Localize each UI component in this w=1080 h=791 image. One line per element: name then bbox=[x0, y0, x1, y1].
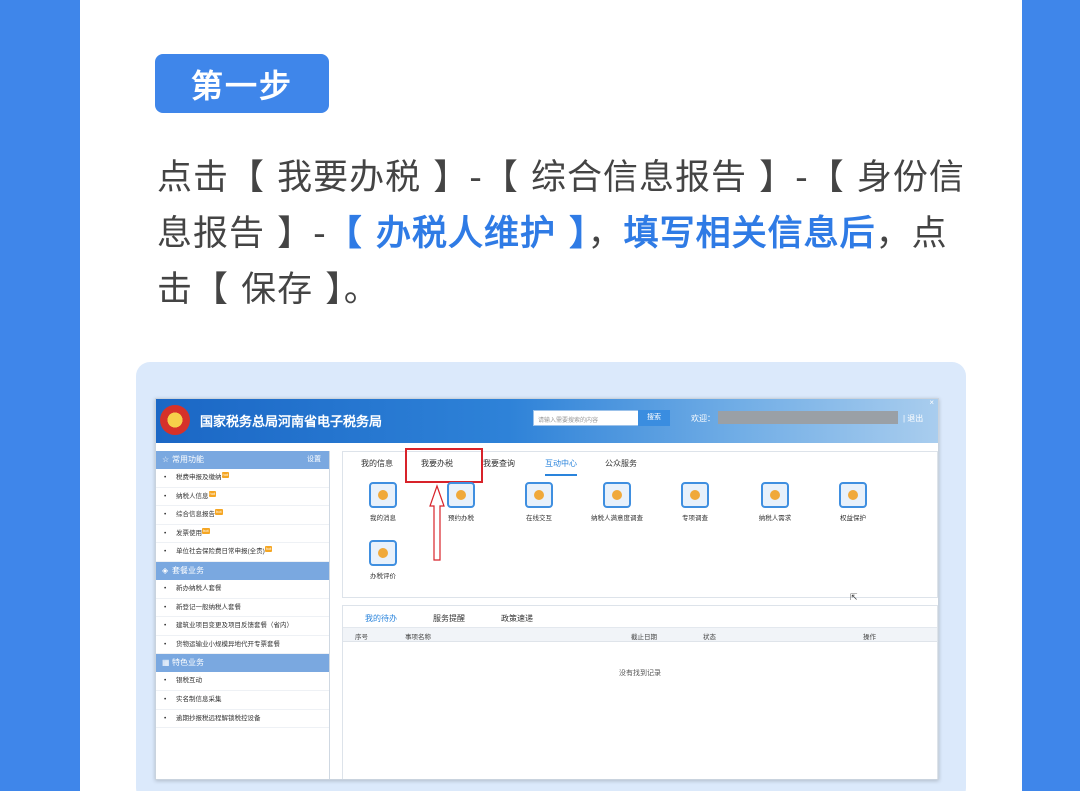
search-button[interactable]: 搜索 bbox=[638, 410, 670, 426]
sidebar-item[interactable]: • 建筑业项目变更及项目反馈套餐（省内） bbox=[156, 617, 329, 636]
user-doc-icon bbox=[761, 482, 789, 508]
col-item-name: 事项名称 bbox=[405, 634, 431, 641]
portal-screenshot: 国家税务总局河南省电子税务局 请输入需要搜索的内容 搜索 欢迎： | 退出 × … bbox=[155, 398, 939, 780]
tab-interaction-center[interactable]: 互动中心 bbox=[545, 458, 577, 476]
sidebar-section-common[interactable]: ☆ 常用功能 设置 bbox=[156, 451, 329, 469]
survey-icon bbox=[681, 482, 709, 508]
tab-my-info[interactable]: 我的信息 bbox=[361, 458, 393, 469]
message-icon bbox=[369, 482, 397, 508]
sidebar-item[interactable]: • 税费申报及缴纳hot bbox=[156, 469, 329, 488]
step-badge: 第一步 bbox=[155, 54, 329, 113]
sidebar-item[interactable]: • 新办纳税人套餐 bbox=[156, 580, 329, 599]
search-input[interactable]: 请输入需要搜索的内容 bbox=[533, 410, 639, 426]
col-deadline: 截止日期 bbox=[631, 634, 657, 641]
sidebar-item[interactable]: • 货物运输业小规模异地代开专票套餐 bbox=[156, 636, 329, 655]
shield-star-icon bbox=[839, 482, 867, 508]
grid-icon: ▦ bbox=[162, 658, 170, 668]
empty-message: 没有找到记录 bbox=[619, 670, 661, 677]
portal-title: 国家税务总局河南省电子税务局 bbox=[200, 414, 383, 429]
sidebar-item[interactable]: • 单位社会保险费日常申报(全责)hot bbox=[156, 543, 329, 562]
hot-badge: hot bbox=[215, 509, 223, 516]
monitor-icon bbox=[525, 482, 553, 508]
instruction-text: 点击【 我要办税 】-【 综合信息报告 】-【 身份信息报告 】-【 办税人维护… bbox=[157, 150, 967, 318]
sidebar: ☆ 常用功能 设置 • 税费申报及缴纳hot • 纳税人信息hot • 综合信息报告hot… bbox=[156, 451, 330, 779]
tab-policy-news[interactable]: 政策速递 bbox=[501, 613, 533, 624]
tab-my-todo[interactable]: 我的待办 bbox=[361, 613, 401, 630]
survey-icon bbox=[603, 482, 631, 508]
mouse-cursor-icon: ⇱ bbox=[850, 592, 858, 602]
sidebar-item[interactable]: • 发票使用hot bbox=[156, 525, 329, 544]
service-panel: 我的信息 我要办税 我要查询 互动中心 公众服务 我的消息 预约办税 在线交互 … bbox=[342, 448, 938, 598]
sidebar-section-special[interactable]: ▦ 特色业务 bbox=[156, 654, 329, 673]
todo-tabs: 我的待办 服务提醒 政策速递 bbox=[343, 606, 937, 630]
sidebar-item[interactable]: • 银税互动 bbox=[156, 672, 329, 691]
col-action: 操作 bbox=[863, 634, 876, 641]
welcome-label: 欢迎： bbox=[691, 414, 715, 423]
tab-service-reminder[interactable]: 服务提醒 bbox=[433, 613, 465, 624]
col-index: 序号 bbox=[355, 634, 368, 641]
service-online-chat[interactable]: 在线交互 bbox=[499, 482, 579, 522]
service-my-messages[interactable]: 我的消息 bbox=[343, 482, 423, 522]
sidebar-item[interactable]: • 新登记一般纳税人套餐 bbox=[156, 599, 329, 618]
settings-link[interactable]: 设置 bbox=[307, 451, 321, 469]
sidebar-section-package[interactable]: ◈ 套餐业务 bbox=[156, 561, 329, 580]
sidebar-item[interactable]: • 综合信息报告hot bbox=[156, 506, 329, 525]
service-rights-protection[interactable]: 权益保护 bbox=[813, 482, 893, 522]
service-evaluation[interactable]: 办税评价 bbox=[343, 540, 423, 580]
instruction-part3: ， bbox=[587, 214, 624, 254]
hot-badge: hot bbox=[202, 527, 210, 534]
hot-badge: hot bbox=[264, 546, 273, 553]
red-arrow-icon bbox=[429, 484, 445, 561]
main-tabs: 我的信息 我要办税 我要查询 互动中心 公众服务 bbox=[343, 448, 937, 483]
service-satisfaction-survey[interactable]: 纳税人满意度调查 bbox=[577, 482, 657, 522]
tab-public-service[interactable]: 公众服务 bbox=[605, 458, 637, 469]
username-redacted bbox=[718, 411, 898, 424]
todo-panel: 我的待办 服务提醒 政策速递 序号 事项名称 截止日期 状态 操作 没有找到记录 bbox=[342, 605, 938, 779]
col-status: 状态 bbox=[703, 634, 716, 641]
instruction-highlight-1: 【 办税人维护 】 bbox=[326, 214, 588, 254]
calendar-icon bbox=[447, 482, 475, 508]
portal-header: 国家税务总局河南省电子税务局 请输入需要搜索的内容 搜索 欢迎： | 退出 × bbox=[156, 399, 938, 443]
layers-icon: ◈ bbox=[162, 565, 169, 575]
instruction-highlight-2: 填写相关信息后 bbox=[623, 214, 876, 254]
tab-query[interactable]: 我要查询 bbox=[483, 458, 515, 469]
sidebar-item[interactable]: • 实名制信息采集 bbox=[156, 691, 329, 710]
table-header: 序号 事项名称 截止日期 状态 操作 bbox=[343, 628, 937, 642]
logout-link[interactable]: | 退出 bbox=[903, 413, 923, 424]
close-icon[interactable]: × bbox=[929, 399, 934, 407]
highlight-box bbox=[405, 448, 483, 483]
star-icon: ☆ bbox=[162, 455, 170, 464]
sidebar-item[interactable]: • 纳税人信息hot bbox=[156, 488, 329, 507]
hot-badge: hot bbox=[208, 490, 217, 497]
service-special-survey[interactable]: 专项调查 bbox=[655, 482, 735, 522]
service-taxpayer-needs[interactable]: 纳税人需求 bbox=[735, 482, 815, 522]
hot-badge: hot bbox=[221, 472, 230, 478]
tax-emblem-icon bbox=[160, 405, 190, 435]
sidebar-item[interactable]: • 逾期抄报税远程解锁税控设备 bbox=[156, 710, 329, 729]
monitor-icon bbox=[369, 540, 397, 566]
